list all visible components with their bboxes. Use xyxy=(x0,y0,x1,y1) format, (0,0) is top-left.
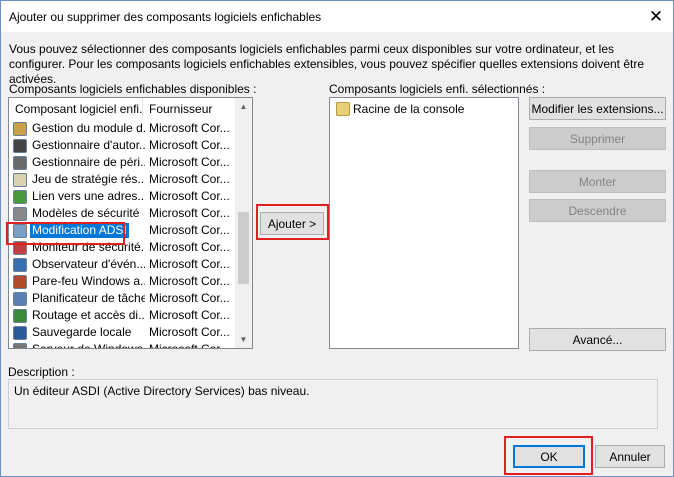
list-item[interactable]: Racine de la console xyxy=(334,100,514,117)
snapin-name-cell: Routage et accès di... xyxy=(13,307,145,324)
table-row[interactable]: Jeu de stratégie rés... Microsoft Cor... xyxy=(9,171,239,188)
policy-set-icon xyxy=(13,172,27,187)
snapin-name: Gestion du module d... xyxy=(32,121,145,135)
selected-snapins-list[interactable]: Racine de la console xyxy=(329,97,519,349)
snapin-name-cell: Gestionnaire de péri... xyxy=(13,154,145,171)
security-templates-icon xyxy=(13,206,27,221)
snapin-name: Gestionnaire d'autor... xyxy=(32,138,145,152)
title-bar: Ajouter ou supprimer des composants logi… xyxy=(1,1,673,32)
table-row[interactable]: Planificateur de tâches Microsoft Cor... xyxy=(9,290,239,307)
selected-snapins-label: Composants logiciels enfi. sélectionnés … xyxy=(329,82,546,96)
firewall-icon xyxy=(13,274,27,289)
table-row[interactable]: Lien vers une adres... Microsoft Cor... xyxy=(9,188,239,205)
ok-button-highlight xyxy=(504,436,593,475)
snapin-name-cell: Serveur de Windows... xyxy=(13,341,145,348)
snapin-name: Serveur de Windows... xyxy=(30,342,145,348)
snapin-name: Gestionnaire de péri... xyxy=(32,155,145,169)
vendor-cell: Microsoft Cor... xyxy=(149,308,230,322)
snapin-name-cell: Gestion du module d... xyxy=(13,120,145,137)
description-text: Un éditeur ASDI (Active Directory Servic… xyxy=(14,384,310,398)
device-manager-icon xyxy=(13,155,27,170)
dialog-title: Ajouter ou supprimer des composants logi… xyxy=(9,9,322,24)
vendor-cell: Microsoft Cor... xyxy=(149,274,230,288)
module-manager-icon xyxy=(13,121,27,136)
vendor-cell: Microsoft Cor... xyxy=(149,121,230,135)
snapin-name-cell: Jeu de stratégie rés... xyxy=(13,171,145,188)
snapin-name: Routage et accès di... xyxy=(32,308,145,322)
task-scheduler-icon xyxy=(13,291,27,306)
selected-item-highlight xyxy=(6,222,125,245)
snapin-name-cell: Gestionnaire d'autor... xyxy=(13,137,145,154)
snapin-name: Lien vers une adres... xyxy=(32,189,145,203)
advanced-button[interactable]: Avancé... xyxy=(529,328,666,351)
list-header: Composant logiciel enfi... Fournisseur xyxy=(9,98,239,120)
snapin-name-cell: Lien vers une adres... xyxy=(13,188,145,205)
snapin-name-cell: Sauvegarde locale xyxy=(13,324,145,341)
table-row[interactable]: Routage et accès di... Microsoft Cor... xyxy=(9,307,239,324)
routing-icon xyxy=(13,308,27,323)
table-row[interactable]: Observateur d'évén... Microsoft Cor... xyxy=(9,256,239,273)
vendor-cell: Microsoft Cor... xyxy=(149,172,230,186)
table-row[interactable]: Gestionnaire de péri... Microsoft Cor... xyxy=(9,154,239,171)
description-box: Un éditeur ASDI (Active Directory Servic… xyxy=(8,379,658,429)
folder-icon xyxy=(336,101,350,116)
snapin-name-cell: Pare-feu Windows a... xyxy=(13,273,145,290)
modify-extensions-button[interactable]: Modifier les extensions... xyxy=(529,97,666,120)
snapin-name-cell: Observateur d'évén... xyxy=(13,256,145,273)
scroll-up-icon[interactable]: ▲ xyxy=(235,98,252,115)
move-up-button[interactable]: Monter xyxy=(529,170,666,193)
console-root-label: Racine de la console xyxy=(353,101,465,116)
server-icon xyxy=(13,342,27,348)
intro-text: Vous pouvez sélectionner des composants … xyxy=(9,42,645,86)
scroll-thumb[interactable] xyxy=(238,212,249,284)
snapin-name: Modèles de sécurité xyxy=(32,206,140,220)
vendor-cell: Microsoft Cor... xyxy=(149,341,235,348)
column-header-snapin[interactable]: Composant logiciel enfi... xyxy=(9,98,143,120)
event-viewer-icon xyxy=(13,257,27,272)
move-down-button[interactable]: Descendre xyxy=(529,199,666,222)
description-label: Description : xyxy=(8,365,75,379)
close-icon[interactable]: ✕ xyxy=(639,1,673,32)
vendor-cell: Microsoft Cor... xyxy=(149,189,230,203)
list-scrollbar[interactable]: ▲ ▼ xyxy=(235,98,252,348)
add-button-highlight xyxy=(256,204,329,240)
remove-button[interactable]: Supprimer xyxy=(529,127,666,150)
vendor-cell: Microsoft Cor... xyxy=(149,325,230,339)
vendor-cell: Microsoft Cor... xyxy=(149,155,230,169)
snapin-name-cell: Modèles de sécurité xyxy=(13,205,145,222)
snapin-name: Jeu de stratégie rés... xyxy=(32,172,145,186)
vendor-cell: Microsoft Cor... xyxy=(149,138,230,152)
vendor-cell: Microsoft Cor... xyxy=(149,223,230,237)
snapin-name: Observateur d'évén... xyxy=(32,257,145,271)
snapin-name-cell: Planificateur de tâches xyxy=(13,290,145,307)
table-row[interactable]: Sauvegarde locale Microsoft Cor... xyxy=(9,324,239,341)
vendor-cell: Microsoft Cor... xyxy=(149,206,230,220)
table-row[interactable]: Modèles de sécurité Microsoft Cor... xyxy=(9,205,239,222)
vendor-cell: Microsoft Cor... xyxy=(149,257,230,271)
snapin-name: Planificateur de tâches xyxy=(32,291,145,305)
cancel-button[interactable]: Annuler xyxy=(595,445,665,468)
vendor-cell: Microsoft Cor... xyxy=(149,291,230,305)
web-link-icon xyxy=(13,189,27,204)
table-row[interactable]: Pare-feu Windows a... Microsoft Cor... xyxy=(9,273,239,290)
column-header-vendor[interactable]: Fournisseur xyxy=(143,98,239,120)
table-row[interactable]: Serveur de Windows... Microsoft Cor... xyxy=(9,341,239,348)
local-backup-icon xyxy=(13,325,27,340)
snapin-name: Sauvegarde locale xyxy=(32,325,132,339)
table-row[interactable]: Gestion du module d... Microsoft Cor... xyxy=(9,120,239,137)
authorization-manager-icon xyxy=(13,138,27,153)
table-row[interactable]: Gestionnaire d'autor... Microsoft Cor... xyxy=(9,137,239,154)
available-snapins-label: Composants logiciels enfichables disponi… xyxy=(9,82,257,96)
vendor-cell: Microsoft Cor... xyxy=(149,240,230,254)
snapin-name: Pare-feu Windows a... xyxy=(32,274,145,288)
scroll-down-icon[interactable]: ▼ xyxy=(235,331,252,348)
add-remove-snapins-dialog: Ajouter ou supprimer des composants logi… xyxy=(0,0,674,477)
